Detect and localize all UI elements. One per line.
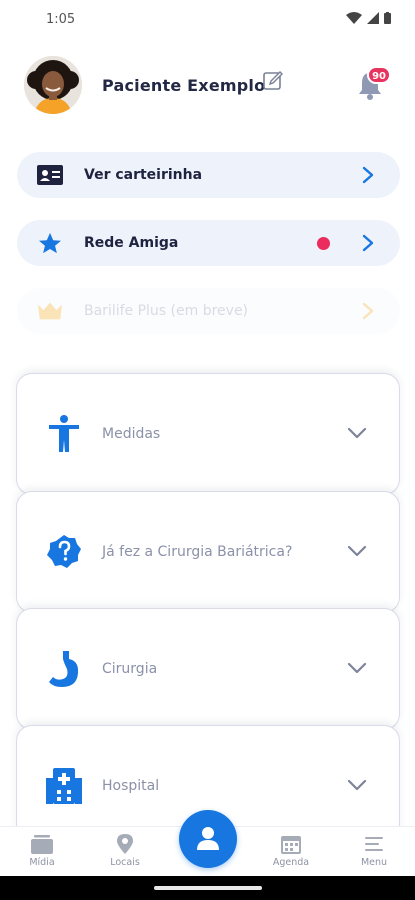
section-cirurgia[interactable]: Cirurgia <box>16 608 400 730</box>
chevron-down-icon <box>347 779 367 791</box>
chevron-right-icon <box>362 302 374 320</box>
section-medidas-label: Medidas <box>102 426 161 442</box>
hospital-icon <box>46 768 82 804</box>
system-gesture-bar <box>0 876 415 900</box>
crown-icon <box>37 302 63 320</box>
nav-locais-label: Locais <box>110 857 140 868</box>
nav-menu-label: Menu <box>360 857 388 868</box>
location-pin-icon <box>117 834 133 854</box>
profile-header: Paciente Exemplo 90 <box>24 56 394 116</box>
nav-midia[interactable]: Mídia <box>12 833 72 868</box>
status-time: 1:05 <box>46 12 76 27</box>
section-cirurgia-bariatrica-label: Já fez a Cirurgia Bariátrica? <box>102 544 293 560</box>
signal-icon <box>367 12 379 24</box>
calendar-icon <box>281 836 301 854</box>
gesture-handle[interactable] <box>154 886 262 890</box>
user-icon <box>197 827 219 850</box>
chevron-down-icon <box>347 662 367 674</box>
section-medidas[interactable]: Medidas <box>16 373 400 495</box>
barilife-plus-label: Barilife Plus (em breve) <box>84 303 249 319</box>
battery-icon <box>384 12 391 24</box>
nav-locais[interactable]: Locais <box>95 833 155 868</box>
id-card-icon <box>37 165 63 185</box>
media-icon <box>31 835 53 854</box>
chevron-down-icon <box>347 427 367 439</box>
ver-carteirinha-button[interactable]: Ver carteirinha <box>17 152 400 198</box>
rede-amiga-label: Rede Amiga <box>84 235 179 251</box>
chevron-right-icon <box>362 166 374 184</box>
star-icon <box>39 232 61 254</box>
rede-amiga-button[interactable]: Rede Amiga <box>17 220 400 266</box>
nav-agenda[interactable]: Agenda <box>261 833 321 868</box>
edit-icon[interactable] <box>262 70 284 92</box>
notification-badge: 90 <box>367 66 391 84</box>
stomach-icon <box>49 651 79 687</box>
avatar[interactable] <box>24 56 82 114</box>
status-icons <box>346 12 391 24</box>
wifi-icon <box>346 12 362 24</box>
chevron-down-icon <box>347 545 367 557</box>
status-bar: 1:05 <box>0 0 415 40</box>
barilife-plus-button: Barilife Plus (em breve) <box>17 288 400 334</box>
profile-fab-button[interactable] <box>179 810 237 868</box>
section-cirurgia-bariatrica[interactable]: Já fez a Cirurgia Bariátrica? <box>16 491 400 613</box>
nav-agenda-label: Agenda <box>272 857 310 868</box>
ver-carteirinha-label: Ver carteirinha <box>84 167 203 183</box>
section-hospital-label: Hospital <box>102 778 160 794</box>
chevron-right-icon <box>362 234 374 252</box>
question-badge-icon <box>47 535 81 568</box>
section-cirurgia-label: Cirurgia <box>102 661 158 677</box>
nav-menu[interactable]: Menu <box>344 833 404 868</box>
profile-name: Paciente Exemplo <box>102 76 266 95</box>
nav-midia-label: Mídia <box>29 857 55 868</box>
body-icon <box>49 415 79 452</box>
new-indicator-dot <box>317 237 330 250</box>
menu-icon <box>365 837 383 851</box>
